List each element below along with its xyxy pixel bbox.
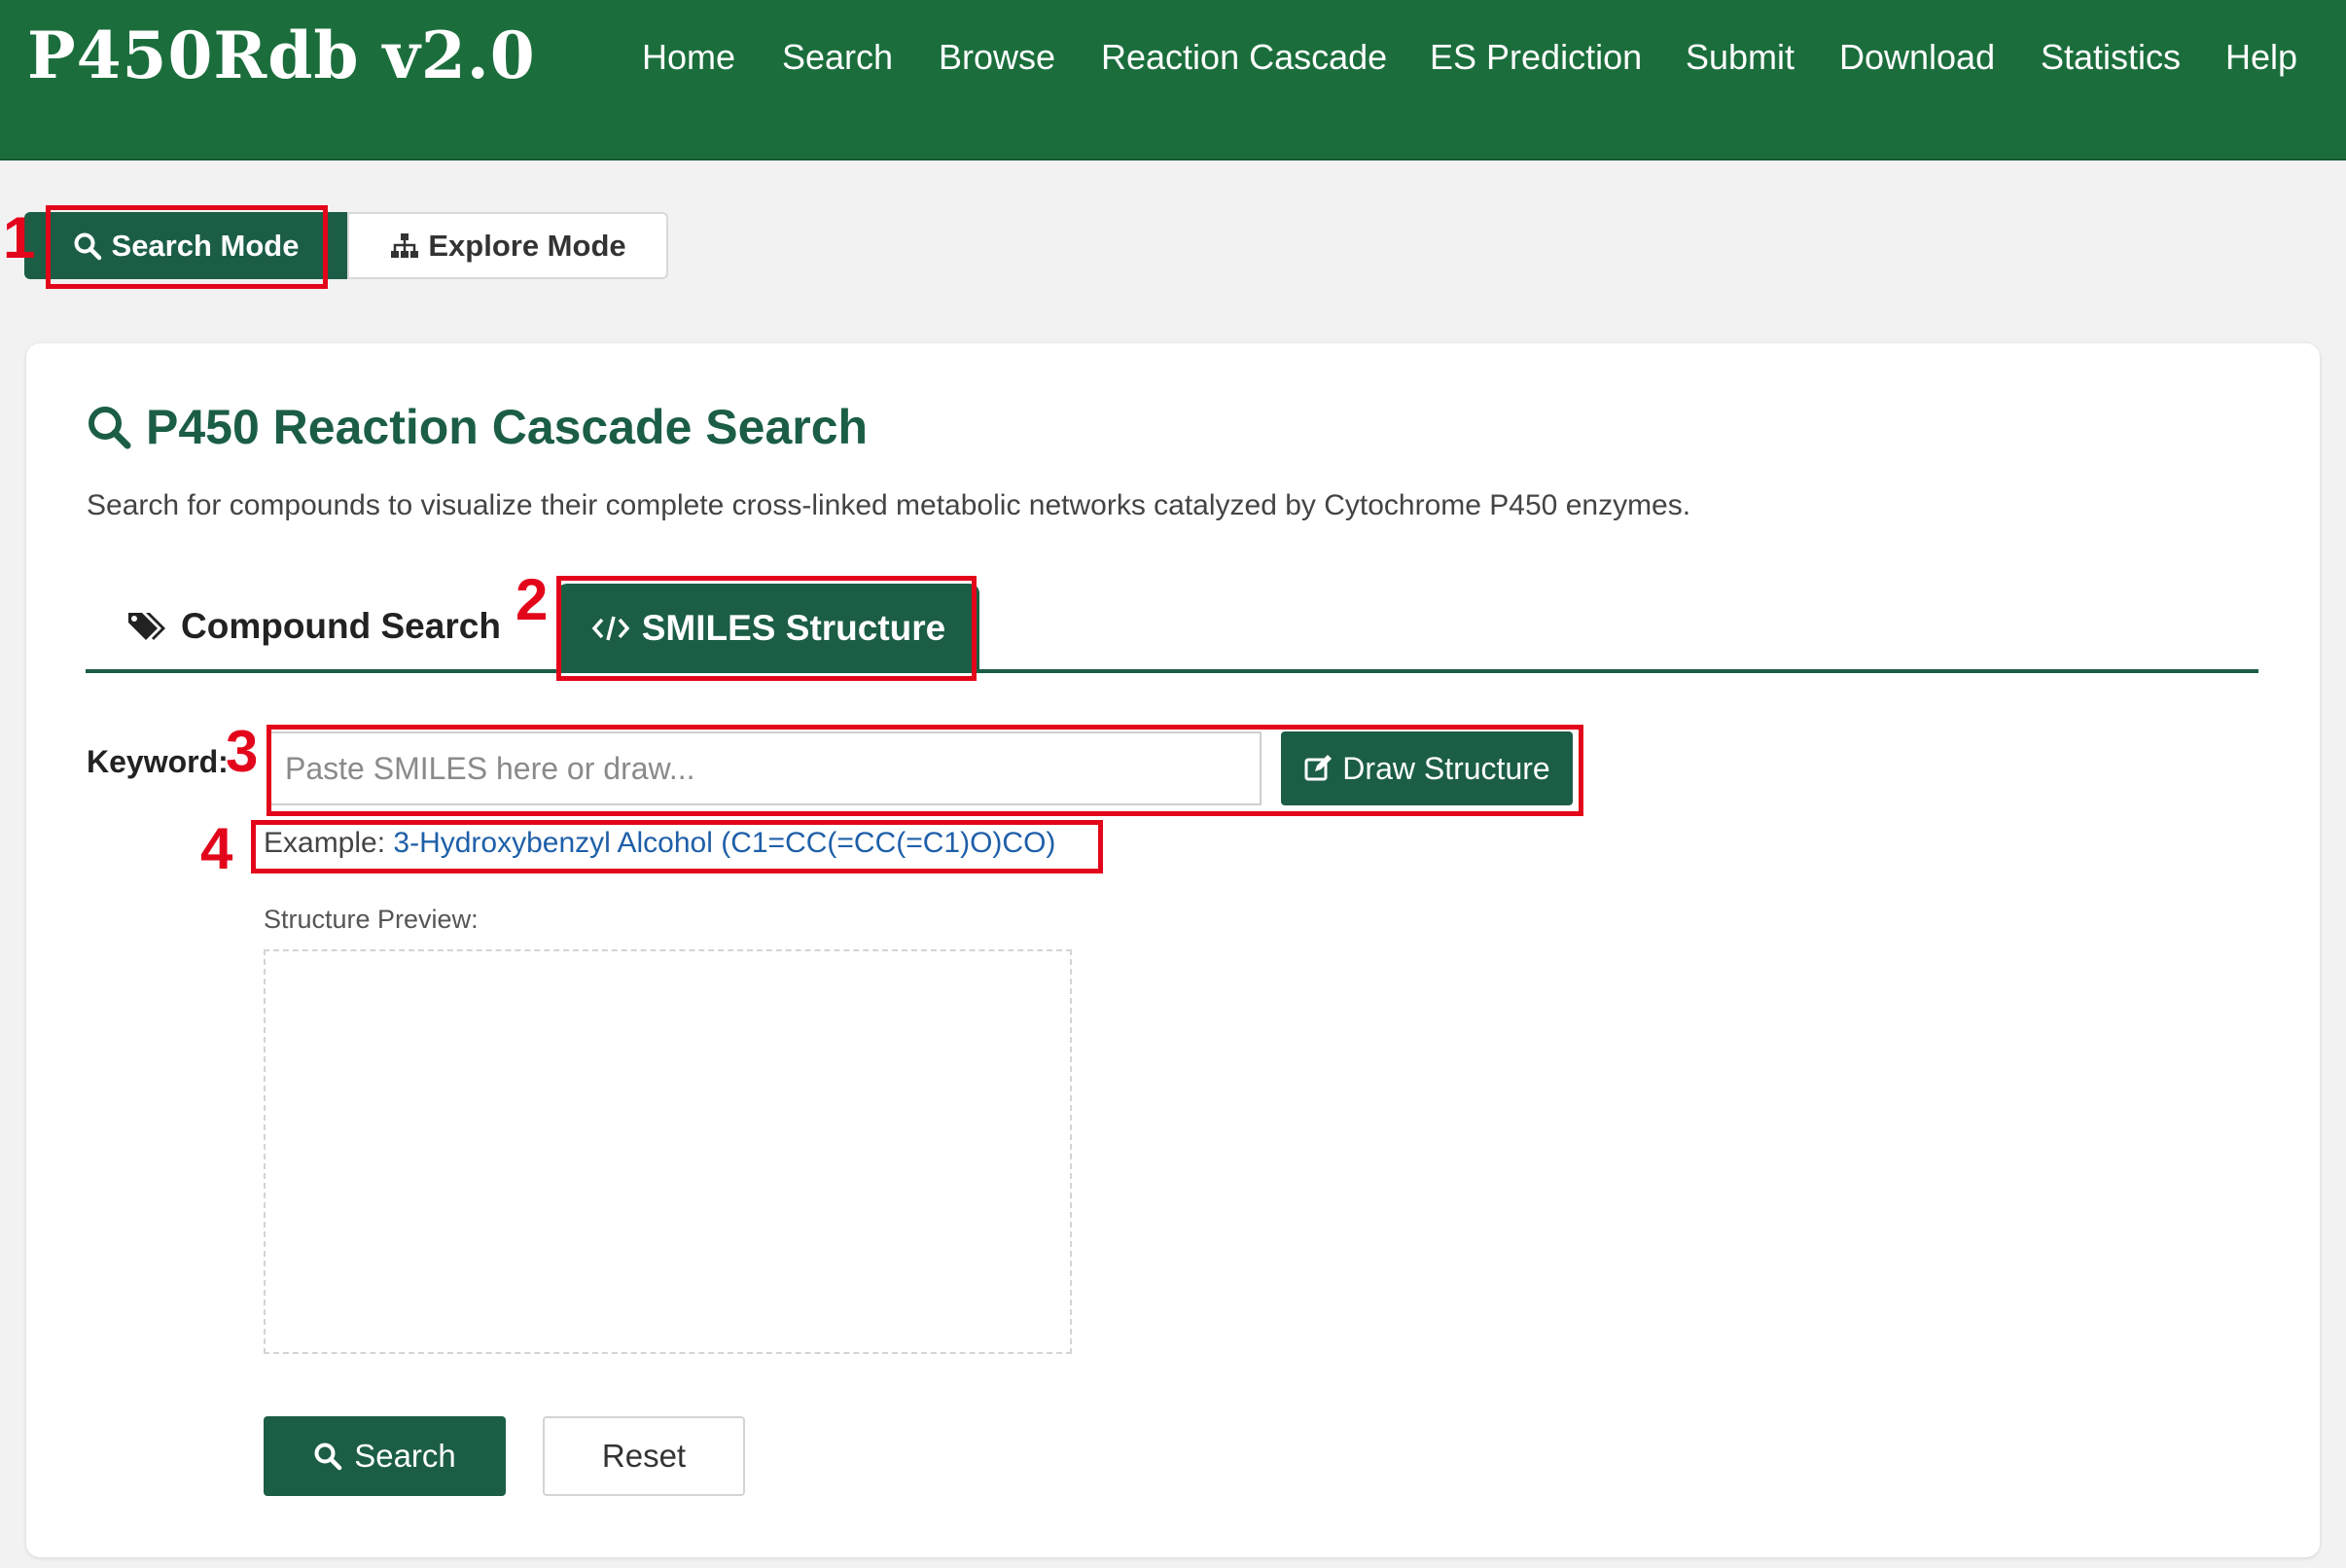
annotation-number-2: 2 — [515, 567, 549, 632]
search-button-label: Search — [354, 1438, 456, 1474]
nav-search[interactable]: Search — [782, 37, 893, 78]
nav-reaction-cascade[interactable]: Reaction Cascade — [1101, 37, 1387, 78]
nav-download[interactable]: Download — [1839, 37, 1995, 78]
nav-submit[interactable]: Submit — [1686, 37, 1795, 78]
page-subtitle: Search for compounds to visualize their … — [87, 489, 1691, 521]
annotation-box-1 — [46, 205, 328, 289]
annotation-box-4 — [251, 820, 1103, 873]
annotation-box-3 — [267, 725, 1583, 816]
structure-preview-label: Structure Preview: — [264, 905, 479, 934]
tags-icon — [126, 609, 167, 644]
nav-statistics[interactable]: Statistics — [2041, 37, 2181, 78]
reset-button[interactable]: Reset — [543, 1416, 745, 1496]
page-title: P450 Reaction Cascade Search — [86, 399, 868, 455]
search-icon — [313, 1442, 342, 1471]
tab-divider — [86, 669, 2258, 673]
explore-mode-button[interactable]: Explore Mode — [347, 212, 668, 279]
nav-es-prediction[interactable]: ES Prediction — [1430, 37, 1642, 78]
annotation-number-3: 3 — [226, 719, 259, 784]
annotation-box-2 — [556, 576, 977, 681]
annotation-number-4: 4 — [200, 816, 233, 881]
sitemap-icon — [389, 232, 420, 261]
tab-compound-label: Compound Search — [181, 606, 501, 646]
explore-mode-label: Explore Mode — [428, 228, 626, 263]
structure-preview-box — [264, 949, 1072, 1354]
annotation-number-1: 1 — [3, 205, 36, 270]
search-icon — [86, 404, 132, 450]
keyword-label: Keyword: — [87, 744, 229, 779]
tab-compound-search[interactable]: Compound Search — [126, 597, 501, 656]
top-navbar: P450Rdb v2.0 Home Search Browse Reaction… — [0, 0, 2346, 160]
nav-home[interactable]: Home — [642, 37, 735, 78]
page-title-text: P450 Reaction Cascade Search — [146, 400, 869, 454]
nav-browse[interactable]: Browse — [939, 37, 1055, 78]
search-button[interactable]: Search — [264, 1416, 506, 1496]
nav-help[interactable]: Help — [2225, 37, 2297, 78]
site-brand[interactable]: P450Rdb v2.0 — [27, 18, 536, 93]
